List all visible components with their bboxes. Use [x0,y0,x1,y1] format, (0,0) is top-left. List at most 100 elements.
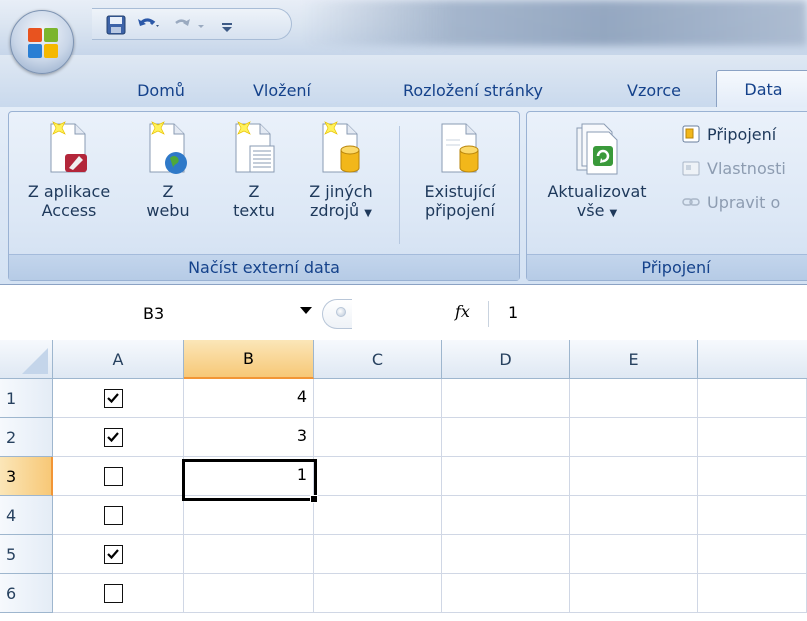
customize-qat-icon[interactable] [220,15,234,35]
worksheet-grid: A B C D E 142331456 [0,340,807,621]
text-file-icon [235,121,275,173]
column-header-a[interactable]: A [53,340,184,379]
cell-f3[interactable] [698,457,807,496]
name-box-value: B3 [143,304,165,323]
from-text-label-1: Z [248,182,260,201]
row-header-4[interactable]: 4 [0,496,53,535]
cell-d6[interactable] [442,574,570,613]
cell-f5[interactable] [698,535,807,574]
cell-c1[interactable] [314,379,442,418]
cell-d4[interactable] [442,496,570,535]
office-logo-icon [28,28,58,58]
tab-insert[interactable]: Vložení [228,75,336,105]
ribbon-panel: Z aplikace Access Z webu Z textu Z jinýc… [0,107,807,285]
from-other-sources-button[interactable]: Z jiných zdrojů ▼ [293,120,389,223]
save-icon[interactable] [106,15,126,35]
cell-b5[interactable] [184,535,314,574]
cell-e4[interactable] [570,496,698,535]
link-icon [682,198,700,206]
column-header-c[interactable]: C [314,340,442,379]
office-button[interactable] [10,10,74,74]
checkbox-row-2[interactable] [104,428,123,447]
cell-f6[interactable] [698,574,807,613]
checkbox-row-6[interactable] [104,584,123,603]
database-cylinder-icon [322,121,360,173]
cell-f4[interactable] [698,496,807,535]
web-globe-icon [149,121,187,174]
row-header-1[interactable]: 1 [0,379,53,418]
insert-function-button[interactable]: fx [455,302,470,321]
from-web-label-1: Z [162,182,174,201]
checkbox-row-1[interactable] [104,389,123,408]
row-header-3[interactable]: 3 [0,457,53,496]
select-all-button[interactable] [0,340,53,379]
cell-b3[interactable]: 1 [184,457,314,496]
cell-d2[interactable] [442,418,570,457]
cell-c5[interactable] [314,535,442,574]
cell-d3[interactable] [442,457,570,496]
refresh-all-button[interactable]: Aktualizovat vše ▼ [533,120,661,223]
tab-home[interactable]: Domů [116,75,206,105]
column-header-f[interactable] [698,340,807,379]
row-header-5[interactable]: 5 [0,535,53,574]
from-access-button[interactable]: Z aplikace Access [13,120,125,220]
edit-links-button[interactable]: Upravit o [681,190,780,214]
from-access-label-1: Z aplikace [27,182,111,201]
select-all-triangle-icon [22,348,48,374]
column-header-d[interactable]: D [442,340,570,379]
checkmark-icon [107,393,119,404]
cell-b6[interactable] [184,574,314,613]
connections-label: Připojení [707,124,777,144]
connections-button[interactable]: Připojení [681,122,776,146]
checkbox-row-3[interactable] [104,467,123,486]
cell-e6[interactable] [570,574,698,613]
chevron-down-icon[interactable] [300,307,312,314]
column-header-e[interactable]: E [570,340,698,379]
existing-connections-label-1: Existující [424,182,496,201]
cell-f2[interactable] [698,418,807,457]
cell-d5[interactable] [442,535,570,574]
checkbox-row-5[interactable] [104,545,123,564]
checkbox-row-4[interactable] [104,506,123,525]
cell-e3[interactable] [570,457,698,496]
cell-c3[interactable] [314,457,442,496]
formula-bar: B3 fx 1 [0,295,807,333]
tab-page-layout[interactable]: Rozložení stránky [368,75,578,105]
existing-connections-button[interactable]: Existující připojení [407,120,513,220]
cell-e2[interactable] [570,418,698,457]
edit-links-label: Upravit o [707,192,781,212]
cell-f1[interactable] [698,379,807,418]
formula-input[interactable]: 1 [508,303,518,322]
from-text-button[interactable]: Z textu [219,120,289,220]
formula-bar-handle-icon[interactable] [336,307,346,317]
column-header-b[interactable]: B [184,340,314,379]
cell-b1[interactable]: 4 [184,379,314,418]
cell-e1[interactable] [570,379,698,418]
chevron-down-icon: ▼ [609,208,618,219]
cell-c6[interactable] [314,574,442,613]
from-other-sources-label-1: Z jiných [309,182,373,201]
group-separator [399,126,400,244]
cell-c2[interactable] [314,418,442,457]
group-label-connections: Připojení [527,254,807,280]
undo-icon[interactable] [136,15,162,35]
name-box[interactable]: B3 [0,295,318,333]
cell-c4[interactable] [314,496,442,535]
cell-d1[interactable] [442,379,570,418]
properties-button[interactable]: Vlastnosti [681,156,786,180]
window-title-blurred [300,0,807,46]
row-header-6[interactable]: 6 [0,574,53,613]
tab-data[interactable]: Data [716,70,807,107]
refresh-all-label-2: vše [576,201,605,220]
row-header-2[interactable]: 2 [0,418,53,457]
cell-e5[interactable] [570,535,698,574]
cell-b4[interactable] [184,496,314,535]
group-label-external-data: Načíst externí data [9,254,519,280]
from-web-button[interactable]: Z webu [133,120,203,220]
redo-icon[interactable] [172,15,212,35]
tab-formulas[interactable]: Vzorce [604,75,704,105]
cell-b2[interactable]: 3 [184,418,314,457]
from-web-label-2: webu [146,201,190,220]
properties-icon [682,161,700,176]
fill-handle[interactable] [310,495,318,503]
